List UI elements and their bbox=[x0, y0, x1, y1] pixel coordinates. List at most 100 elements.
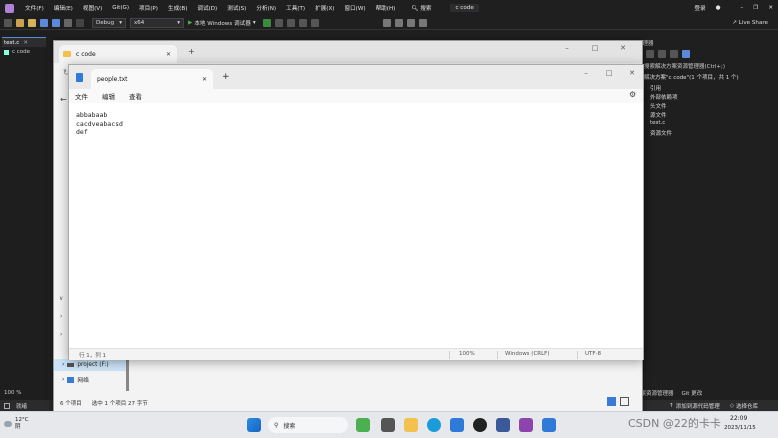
new-tab-icon[interactable]: + bbox=[188, 47, 195, 56]
open-icon[interactable] bbox=[28, 18, 36, 27]
explorer-close-icon[interactable]: ✕ bbox=[618, 44, 628, 52]
menu-project[interactable]: 项目(P) bbox=[134, 4, 163, 12]
tab-close-icon[interactable]: ✕ bbox=[202, 76, 207, 83]
vs-logo-icon[interactable] bbox=[5, 3, 14, 13]
sync-icon[interactable] bbox=[646, 50, 654, 58]
details-view-icon[interactable] bbox=[607, 397, 616, 406]
redo-icon[interactable] bbox=[76, 18, 84, 27]
weather-widget[interactable]: 12°C 阴 bbox=[4, 417, 29, 431]
editor-tab[interactable]: test.c ✕ bbox=[2, 37, 46, 47]
tree-item[interactable]: 引用 bbox=[650, 84, 661, 92]
menu-edit[interactable]: 编辑 bbox=[102, 91, 115, 101]
taskbar-search[interactable]: ⚲ 搜索 bbox=[268, 417, 348, 433]
solution-explorer-search[interactable]: 搜索解决方案资源管理器(Ctrl+;) bbox=[644, 62, 778, 70]
store-icon[interactable] bbox=[450, 418, 464, 432]
pin-icon[interactable]: ✕ bbox=[23, 40, 28, 46]
vs-menubar: 文件(F) 编辑(E) 视图(V) Git(G) 项目(P) 生成(B) 调试(… bbox=[0, 0, 778, 16]
tab-close-icon[interactable]: ✕ bbox=[166, 51, 171, 58]
vs-login[interactable]: 登录 bbox=[689, 4, 710, 12]
nav-item-network[interactable]: › 网络 bbox=[54, 375, 89, 384]
minimize-icon[interactable]: – bbox=[736, 5, 749, 11]
nav-toggle-icon[interactable]: ∨ bbox=[59, 295, 63, 302]
bookmark-icon[interactable] bbox=[406, 18, 415, 27]
notepad-minimize-icon[interactable]: – bbox=[581, 69, 591, 77]
properties-icon[interactable] bbox=[670, 50, 678, 58]
menu-window[interactable]: 窗口(W) bbox=[339, 4, 370, 12]
menu-extensions[interactable]: 扩展(X) bbox=[310, 4, 339, 12]
account-icon[interactable]: ● bbox=[711, 5, 726, 11]
menu-file[interactable]: 文件(F) bbox=[20, 4, 49, 12]
notepad-app-icon bbox=[76, 73, 83, 82]
menu-file[interactable]: 文件 bbox=[75, 91, 88, 101]
bookmark-icon[interactable] bbox=[382, 18, 391, 27]
save-all-icon[interactable] bbox=[52, 18, 60, 27]
vs-search[interactable]: 🔍︎ 搜索 bbox=[406, 4, 436, 12]
live-share-button[interactable]: ↗ Live Share bbox=[732, 20, 768, 26]
vs-zoom[interactable]: 100 % bbox=[4, 390, 21, 396]
collapse-icon[interactable] bbox=[658, 50, 666, 58]
run-button[interactable]: ▶ 本地 Windows 调试器 ▾ bbox=[188, 19, 256, 27]
tree-item[interactable]: test.c bbox=[650, 120, 665, 126]
app-icon[interactable] bbox=[496, 418, 510, 432]
new-project-icon[interactable] bbox=[16, 18, 24, 27]
toolbar-icon[interactable] bbox=[310, 18, 319, 27]
nav-expand-icon[interactable]: › bbox=[60, 331, 62, 338]
notepad-close-icon[interactable]: ✕ bbox=[627, 69, 637, 77]
wrench-icon[interactable] bbox=[682, 50, 690, 58]
menu-debug[interactable]: 调试(D) bbox=[192, 4, 222, 12]
explorer-tab[interactable]: c code ✕ bbox=[59, 45, 177, 63]
menu-git[interactable]: Git(G) bbox=[107, 5, 134, 11]
taskbar-date[interactable]: 2023/11/15 bbox=[724, 425, 756, 431]
back-icon[interactable] bbox=[4, 18, 12, 27]
menu-tools[interactable]: 工具(T) bbox=[281, 4, 310, 12]
tree-item[interactable]: 资源文件 bbox=[650, 129, 672, 137]
notepad-icon[interactable] bbox=[542, 418, 556, 432]
tiles-view-icon[interactable] bbox=[620, 397, 629, 406]
toolbar-icon[interactable] bbox=[274, 18, 283, 27]
repo-button[interactable]: ◇ 选择仓库 bbox=[730, 402, 758, 410]
task-view-icon[interactable] bbox=[381, 418, 395, 432]
tree-item[interactable]: 外部依赖项 bbox=[650, 93, 678, 101]
menu-analyze[interactable]: 分析(N) bbox=[251, 4, 281, 12]
taskbar-time[interactable]: 22:09 bbox=[730, 415, 747, 422]
save-icon[interactable] bbox=[40, 18, 48, 27]
file-explorer-icon[interactable] bbox=[404, 418, 418, 432]
explorer-maximize-icon[interactable]: □ bbox=[590, 44, 600, 52]
tab-git-changes[interactable]: Git 更改 bbox=[682, 389, 703, 397]
menu-edit[interactable]: 编辑(E) bbox=[49, 4, 78, 12]
undo-icon[interactable] bbox=[64, 18, 72, 27]
notepad-maximize-icon[interactable]: □ bbox=[604, 69, 614, 77]
visual-studio-icon[interactable] bbox=[519, 418, 533, 432]
menu-build[interactable]: 生成(B) bbox=[163, 4, 192, 12]
tree-item[interactable]: 源文件 bbox=[650, 111, 667, 119]
back-arrow-icon[interactable]: ← bbox=[60, 95, 67, 104]
solution-root[interactable]: 解决方案"c code"(1 个项目，共 1 个) bbox=[644, 73, 739, 81]
menu-view[interactable]: 查看 bbox=[129, 91, 142, 101]
start-without-debug-icon[interactable] bbox=[262, 18, 271, 27]
config-select[interactable]: Debug ▾ bbox=[92, 17, 126, 28]
widget-icon[interactable] bbox=[356, 418, 370, 432]
nav-item-project[interactable]: › project (F:) bbox=[54, 359, 126, 371]
explorer-minimize-icon[interactable]: – bbox=[562, 44, 572, 52]
bookmark-icon[interactable] bbox=[394, 18, 403, 27]
tree-item[interactable]: 头文件 bbox=[650, 102, 667, 110]
new-tab-icon[interactable]: + bbox=[222, 72, 230, 82]
notepad-text-area[interactable]: abbabaab cacdveabacsd def bbox=[76, 111, 123, 137]
toolbar-icon[interactable] bbox=[298, 18, 307, 27]
edge-icon[interactable] bbox=[427, 418, 441, 432]
bookmark-icon[interactable] bbox=[418, 18, 427, 27]
start-icon[interactable] bbox=[247, 418, 261, 432]
menu-help[interactable]: 帮助(H) bbox=[371, 4, 401, 12]
restore-icon[interactable]: ❐ bbox=[748, 5, 763, 11]
nav-expand-icon[interactable]: › bbox=[60, 313, 62, 320]
menu-view[interactable]: 视图(V) bbox=[78, 4, 107, 12]
editor-context[interactable]: c code bbox=[4, 49, 30, 55]
dell-icon[interactable] bbox=[473, 418, 487, 432]
source-control-button[interactable]: ↑ 添加到源代码管理 bbox=[669, 402, 720, 410]
menu-test[interactable]: 测试(S) bbox=[222, 4, 251, 12]
platform-select[interactable]: x64 ▾ bbox=[130, 17, 184, 28]
notepad-tab[interactable]: people.txt ✕ bbox=[91, 69, 213, 89]
settings-gear-icon[interactable]: ⚙ bbox=[629, 90, 636, 99]
close-icon[interactable]: ✕ bbox=[763, 5, 778, 11]
toolbar-icon[interactable] bbox=[286, 18, 295, 27]
